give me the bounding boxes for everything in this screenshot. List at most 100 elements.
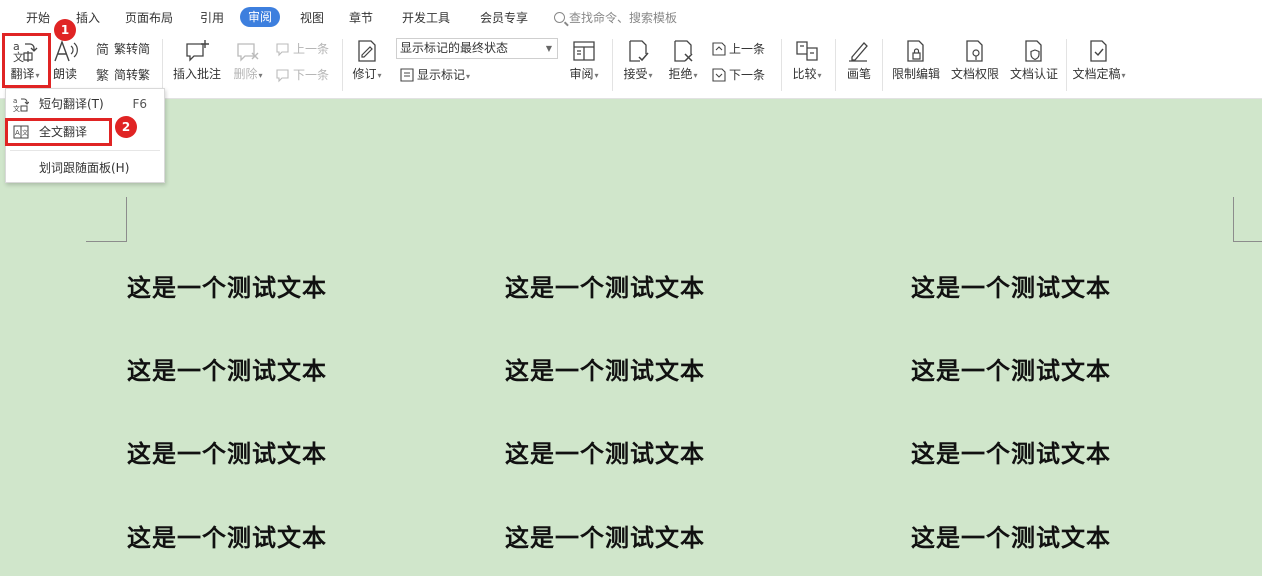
review-ribbon: a 文 翻译▾ 朗读 简繁转简 繁简转繁 插入批注 删除▾ 上一条 下一条 修订… — [0, 33, 1262, 99]
reject-label: 拒绝 — [668, 67, 693, 81]
step-badge-1: 1 — [54, 19, 76, 41]
revise-label: 修订 — [352, 67, 377, 81]
ribbon-divider — [835, 39, 836, 91]
read-aloud-button[interactable]: 朗读 — [50, 39, 80, 82]
show-markup-icon — [400, 68, 414, 82]
compare-icon — [796, 41, 818, 61]
command-search[interactable]: 查找命令、搜索模板 — [554, 9, 677, 27]
ribbon-divider — [342, 39, 343, 91]
document-text[interactable]: 这是一个测试文本 — [127, 518, 327, 553]
tab-chapter[interactable]: 章节 — [349, 9, 373, 27]
tab-references[interactable]: 引用 — [200, 9, 224, 27]
sentence-translate-item[interactable]: a 文 短句翻译(T) F6 — [6, 92, 164, 116]
reject-icon — [674, 40, 693, 62]
review-label: 审阅 — [569, 67, 594, 81]
svg-text:繁: 繁 — [96, 68, 109, 83]
delete-label: 删除 — [233, 67, 258, 81]
pen-button[interactable]: 画笔 — [843, 39, 875, 82]
document-text[interactable]: 这是一个测试文本 — [911, 268, 1111, 303]
step-badge-2: 2 — [115, 116, 137, 138]
document-text[interactable]: 这是一个测试文本 — [127, 434, 327, 469]
document-rights-button[interactable]: 文档权限 — [949, 39, 1001, 82]
trad-to-simp-button[interactable]: 简繁转简 — [96, 40, 150, 58]
simp-to-trad-button[interactable]: 繁简转繁 — [96, 66, 150, 84]
chevron-down-icon: ▾ — [648, 71, 653, 80]
document-text[interactable]: 这是一个测试文本 — [505, 518, 705, 553]
tab-page-layout[interactable]: 页面布局 — [125, 9, 173, 27]
svg-text:简: 简 — [96, 42, 109, 57]
simp-to-trad-label: 简转繁 — [114, 68, 151, 82]
document-auth-button[interactable]: 文档认证 — [1008, 39, 1060, 82]
highlight-box-full-translate — [5, 118, 112, 146]
tab-insert[interactable]: 插入 — [76, 9, 100, 27]
highlight-box-translate — [2, 33, 51, 88]
prev-comment-button[interactable]: 上一条 — [275, 40, 329, 58]
insert-comment-label: 插入批注 — [172, 67, 221, 81]
restrict-edit-label: 限制编辑 — [891, 67, 940, 81]
ribbon-divider — [1066, 39, 1067, 91]
next-change-button[interactable]: 下一条 — [711, 66, 765, 84]
insert-comment-button[interactable]: 插入批注 — [170, 39, 224, 82]
reject-button[interactable]: 拒绝▾ — [665, 39, 701, 82]
track-changes-button[interactable]: 修订▾ — [349, 39, 385, 82]
tab-developer[interactable]: 开发工具 — [402, 9, 450, 27]
sentence-translate-shortcut: F6 — [132, 97, 147, 111]
track-changes-icon — [358, 40, 376, 62]
page-margin-corner — [86, 241, 127, 242]
next-comment-icon — [276, 69, 289, 83]
tab-member[interactable]: 会员专享 — [480, 9, 528, 27]
chevron-down-icon: ▾ — [817, 71, 822, 80]
accept-icon — [629, 40, 649, 62]
command-search-label: 查找命令、搜索模板 — [569, 11, 678, 25]
ribbon-divider — [781, 39, 782, 91]
read-aloud-icon — [54, 39, 78, 62]
document-text[interactable]: 这是一个测试文本 — [505, 268, 705, 303]
tab-review[interactable]: 审阅 — [240, 7, 281, 27]
next-comment-button[interactable]: 下一条 — [275, 66, 329, 84]
document-text[interactable]: 这是一个测试文本 — [127, 351, 327, 386]
menu-divider — [10, 150, 160, 151]
chevron-down-icon: ▾ — [466, 72, 471, 81]
lock-document-icon — [907, 40, 924, 62]
page-margin-corner — [1233, 197, 1234, 241]
delete-comment-button[interactable]: 删除▾ — [231, 39, 265, 82]
simp-trad-icon: 繁 — [96, 68, 109, 83]
chevron-down-icon: ▾ — [693, 71, 698, 80]
doc-finalize-label: 文档定稿 — [1072, 67, 1121, 81]
word-follow-panel-label: 划词跟随面板(H) — [39, 161, 130, 175]
show-markup-button[interactable]: 显示标记▾ — [399, 66, 470, 84]
chevron-down-icon: ▾ — [258, 71, 263, 80]
tab-start[interactable]: 开始 — [26, 9, 50, 27]
tab-view[interactable]: 视图 — [300, 9, 324, 27]
read-aloud-label: 朗读 — [52, 67, 77, 81]
word-follow-panel-item[interactable]: 划词跟随面板(H) — [6, 156, 164, 180]
pen-icon — [849, 42, 868, 62]
chevron-down-icon: ▾ — [1121, 71, 1126, 80]
prev-change-button[interactable]: 上一条 — [711, 40, 765, 58]
document-text[interactable]: 这是一个测试文本 — [127, 268, 327, 303]
document-text[interactable]: 这是一个测试文本 — [911, 434, 1111, 469]
document-finalize-button[interactable]: 文档定稿▾ — [1070, 39, 1128, 82]
restrict-edit-button[interactable]: 限制编辑 — [890, 39, 942, 82]
accept-label: 接受 — [623, 67, 648, 81]
trad-to-simp-label: 繁转简 — [114, 42, 151, 56]
prev-change-icon — [712, 42, 726, 56]
chevron-down-icon: ▼ — [545, 44, 552, 53]
prev-change-label: 上一条 — [729, 42, 766, 56]
document-text[interactable]: 这是一个测试文本 — [505, 351, 705, 386]
document-text[interactable]: 这是一个测试文本 — [911, 351, 1111, 386]
markup-state-value: 显示标记的最终状态 — [400, 41, 509, 55]
document-page[interactable]: 这是一个测试文本 这是一个测试文本 这是一个测试文本 这是一个测试文本 这是一个… — [0, 99, 1262, 576]
ribbon-divider — [882, 39, 883, 91]
document-text[interactable]: 这是一个测试文本 — [911, 518, 1111, 553]
markup-state-select[interactable]: 显示标记的最终状态 ▼ — [396, 38, 558, 59]
chevron-down-icon: ▾ — [377, 71, 382, 80]
compare-button[interactable]: 比较▾ — [789, 39, 825, 82]
page-margin-corner — [1233, 241, 1262, 242]
page-margin-corner — [126, 197, 127, 241]
accept-button[interactable]: 接受▾ — [620, 39, 656, 82]
document-text[interactable]: 这是一个测试文本 — [505, 434, 705, 469]
prev-comment-label: 上一条 — [293, 42, 330, 56]
review-pane-button[interactable]: 审阅▾ — [566, 39, 602, 82]
translate-icon: a 文 — [13, 97, 29, 112]
